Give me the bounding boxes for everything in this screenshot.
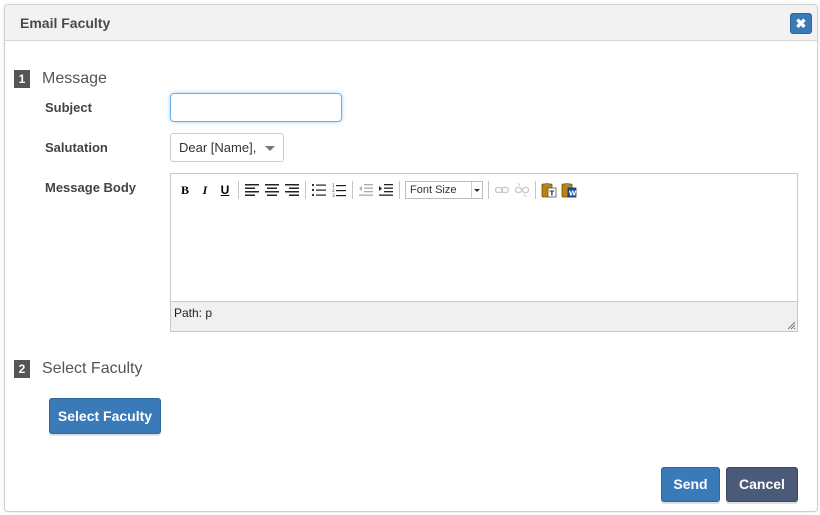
unlink-button[interactable] xyxy=(512,180,532,200)
chevron-down-icon xyxy=(265,146,275,151)
dialog-title: Email Faculty xyxy=(20,15,111,31)
subject-input[interactable] xyxy=(170,93,342,122)
link-icon xyxy=(495,186,509,194)
toolbar-separator xyxy=(488,181,489,199)
salutation-value: Dear [Name], xyxy=(179,140,257,155)
align-right-icon xyxy=(285,184,299,196)
bold-icon: B xyxy=(180,182,189,197)
align-center-icon xyxy=(265,184,279,196)
section-select-faculty-header: 2 Select Faculty xyxy=(14,360,142,378)
italic-icon: I xyxy=(202,182,208,197)
editor-statusbar: Path: p xyxy=(171,301,797,331)
font-size-label: Font Size xyxy=(410,184,457,196)
toolbar-separator xyxy=(305,181,306,199)
paste-word-button[interactable]: W xyxy=(559,180,579,200)
dialog-titlebar: Email Faculty ✖ xyxy=(5,5,817,41)
indent-icon xyxy=(379,184,393,196)
toolbar-separator xyxy=(399,181,400,199)
bold-button[interactable]: B xyxy=(175,180,195,200)
svg-text:W: W xyxy=(569,190,577,198)
toolbar-separator xyxy=(238,181,239,199)
rich-text-editor: B I U 123 Font Size T W Path: p xyxy=(170,173,798,332)
italic-button[interactable]: I xyxy=(195,180,215,200)
section-title: Message xyxy=(42,70,107,87)
section-message-header: 1 Message xyxy=(14,70,107,88)
editor-content-area[interactable] xyxy=(171,204,797,300)
select-faculty-button[interactable]: Select Faculty xyxy=(49,398,161,434)
underline-icon: U xyxy=(220,183,230,197)
subject-label: Subject xyxy=(45,100,92,115)
paste-word-icon: W xyxy=(561,183,577,198)
outdent-icon xyxy=(359,184,373,196)
step-number: 2 xyxy=(14,360,30,378)
svg-text:T: T xyxy=(550,190,555,198)
step-number: 1 xyxy=(14,70,30,88)
underline-button[interactable]: U xyxy=(215,180,235,200)
close-icon: ✖ xyxy=(795,16,807,31)
bullet-list-icon xyxy=(312,183,326,196)
toolbar-separator xyxy=(535,181,536,199)
numbered-list-button[interactable]: 123 xyxy=(329,180,349,200)
align-left-button[interactable] xyxy=(242,180,262,200)
resize-handle-icon[interactable] xyxy=(786,320,796,330)
toolbar-separator xyxy=(352,181,353,199)
close-button[interactable]: ✖ xyxy=(790,13,812,34)
align-right-button[interactable] xyxy=(282,180,302,200)
align-left-icon xyxy=(245,184,259,196)
salutation-select[interactable]: Dear [Name], xyxy=(170,133,284,162)
numbered-list-icon: 123 xyxy=(332,183,346,197)
outdent-button[interactable] xyxy=(356,180,376,200)
cancel-button[interactable]: Cancel xyxy=(726,467,798,502)
editor-path: Path: p xyxy=(174,306,213,320)
svg-text:3: 3 xyxy=(332,193,335,197)
chevron-down-icon xyxy=(471,182,482,198)
send-button[interactable]: Send xyxy=(661,467,720,502)
unlink-icon xyxy=(515,183,529,197)
salutation-label: Salutation xyxy=(45,140,108,155)
indent-button[interactable] xyxy=(376,180,396,200)
paste-text-icon: T xyxy=(541,183,557,198)
paste-text-button[interactable]: T xyxy=(539,180,559,200)
align-center-button[interactable] xyxy=(262,180,282,200)
link-button[interactable] xyxy=(492,180,512,200)
font-size-select[interactable]: Font Size xyxy=(405,181,483,199)
section-title: Select Faculty xyxy=(42,360,143,377)
bullet-list-button[interactable] xyxy=(309,180,329,200)
message-body-label: Message Body xyxy=(45,180,137,195)
editor-toolbar: B I U 123 Font Size T W xyxy=(175,179,579,201)
